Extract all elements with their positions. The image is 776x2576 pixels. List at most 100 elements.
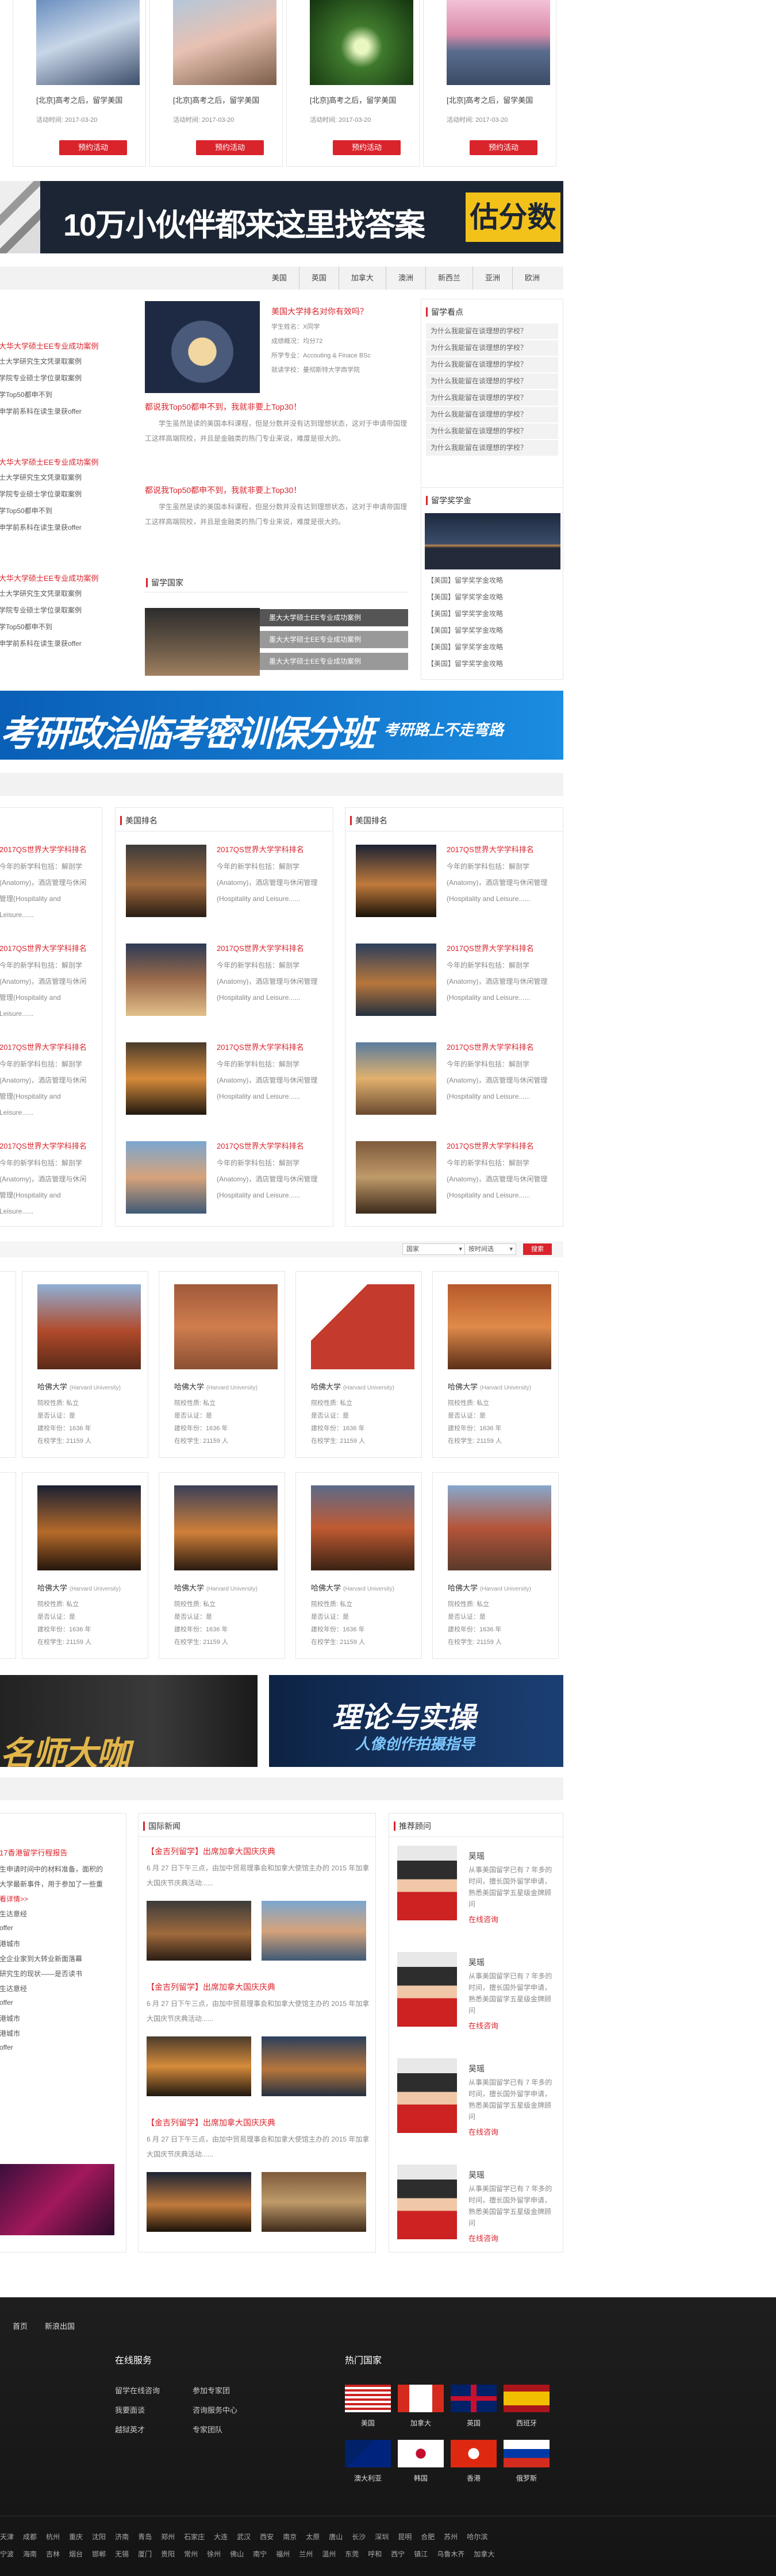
rank-item-image[interactable] xyxy=(126,845,206,917)
footer-city-link[interactable]: 唐山 xyxy=(329,2533,343,2541)
rank-item-image[interactable] xyxy=(356,845,436,917)
kandian-item[interactable]: 为什么我能留在谈理想的学校？ xyxy=(426,357,558,372)
scholarship-item[interactable]: 【美国】留学奖学金攻略 xyxy=(427,642,503,652)
kandian-item[interactable]: 为什么我能留在谈理想的学校？ xyxy=(426,407,558,422)
footer-service-link[interactable]: 越狱英才 xyxy=(115,2424,145,2435)
rank-item-title[interactable]: 2017QS世界大学学科排名 xyxy=(0,844,87,854)
flag-item[interactable]: 西班牙 xyxy=(504,2385,551,2431)
university-card[interactable]: 哈佛大学 (Harvard University) 院校性质: 私立 是否认证：是 建校… xyxy=(432,1472,559,1659)
rank-item-image[interactable] xyxy=(356,1141,436,1214)
rank-item-title[interactable]: 2017QS世界大学学科排名 xyxy=(0,942,87,953)
rank-item-title[interactable]: 2017QS世界大学学科排名 xyxy=(217,1041,304,1052)
rank-item-title[interactable]: 2017QS世界大学学科排名 xyxy=(217,844,304,854)
case-line[interactable]: 申学前系科在读生录获offer xyxy=(0,522,82,532)
kandian-item[interactable]: 为什么我能留在谈理想的学校？ xyxy=(426,423,558,439)
footer-city-link[interactable]: 沈阳 xyxy=(92,2533,106,2541)
scholarship-item[interactable]: 【美国】留学奖学金攻略 xyxy=(427,609,503,618)
flag-item[interactable]: 加拿大 xyxy=(398,2385,445,2431)
footer-service-link[interactable]: 咨询服务中心 xyxy=(193,2404,237,2415)
country-nav-item[interactable]: 英国 xyxy=(298,267,339,290)
footer-city-link[interactable]: 常州 xyxy=(184,2550,198,2558)
advisor-consult-link[interactable]: 在线咨询 xyxy=(468,2232,498,2243)
rank-item-image[interactable] xyxy=(126,1042,206,1115)
country-nav-item[interactable]: 亚洲 xyxy=(472,267,512,290)
university-image[interactable] xyxy=(37,1485,141,1570)
footer-city-link[interactable]: 哈尔滨 xyxy=(467,2533,487,2541)
footer-city-link[interactable]: 天津 xyxy=(0,2533,14,2541)
scholarship-item[interactable]: 【美国】留学奖学金攻略 xyxy=(427,592,503,602)
activity-title[interactable]: [北京]高考之后，留学美国 xyxy=(310,94,396,105)
university-name[interactable]: 哈佛大学 xyxy=(174,1383,204,1391)
university-card[interactable]: 哈佛大学 (Harvard University) 院校性质: 私立 是否认证：是 建校… xyxy=(159,1271,285,1458)
university-image[interactable] xyxy=(448,1485,551,1570)
intl-news-image[interactable] xyxy=(147,2172,251,2232)
left-news-line[interactable]: 全企业家到大转业新面落幕 xyxy=(0,1954,82,1963)
case-line[interactable]: 学Top50都申不到 xyxy=(0,506,52,515)
footer-city-link[interactable]: 深圳 xyxy=(375,2533,389,2541)
footer-city-link[interactable]: 东莞 xyxy=(345,2550,359,2558)
university-card[interactable]: 哈佛大学 (Harvard University) 院校性质: 私立 是否认证：是 建校… xyxy=(22,1472,148,1659)
footer-city-link[interactable]: 杭州 xyxy=(46,2533,60,2541)
intl-news-image[interactable] xyxy=(262,2036,366,2096)
left-news-line[interactable]: offer xyxy=(0,1924,13,1932)
left-news-line[interactable]: 大学最新事件，用于参加了一些重 xyxy=(0,1879,103,1889)
case-line[interactable]: 士大学研究生文凭录取案例 xyxy=(0,588,82,598)
advisor-avatar[interactable] xyxy=(397,1846,457,1920)
footer-city-link[interactable]: 重庆 xyxy=(69,2533,83,2541)
kandian-item[interactable]: 为什么我能留在谈理想的学校？ xyxy=(426,390,558,406)
footer-city-link[interactable]: 太原 xyxy=(306,2533,320,2541)
university-image[interactable] xyxy=(37,1284,141,1369)
footer-city-link[interactable]: 福州 xyxy=(276,2550,290,2558)
footer-service-link[interactable]: 我要面谈 xyxy=(115,2404,145,2415)
search-button[interactable]: 搜索 xyxy=(523,1243,552,1255)
rank-item-title[interactable]: 2017QS世界大学学科排名 xyxy=(447,844,534,854)
case-title[interactable]: 大华大学硕士EE专业成功案例 xyxy=(0,456,98,467)
flag-item[interactable]: 英国 xyxy=(451,2385,498,2431)
footer-city-link[interactable]: 贵阳 xyxy=(161,2550,175,2558)
banner-kaoyan[interactable]: 考研政治临考密训保分班 考研路上不走弯路 xyxy=(0,691,563,760)
news-title[interactable]: 都说我Top50都申不到，我就非要上Top30！ xyxy=(145,484,301,496)
footer-service-link[interactable]: 参加专家团 xyxy=(193,2385,230,2396)
footer-city-link[interactable]: 昆明 xyxy=(398,2533,412,2541)
left-news-title[interactable]: 17香港留学行程报告 xyxy=(0,1847,67,1858)
rank-item-image[interactable] xyxy=(356,1042,436,1115)
intl-news-image[interactable] xyxy=(262,1901,366,1961)
footer-city-link[interactable]: 海南 xyxy=(23,2550,37,2558)
footer-city-link[interactable]: 无锡 xyxy=(115,2550,129,2558)
banner-famous-teachers[interactable]: 名师大咖 xyxy=(0,1675,258,1767)
scholarship-item[interactable]: 【美国】留学奖学金攻略 xyxy=(427,659,503,668)
case-line[interactable]: 学院专业硕士学位录取案例 xyxy=(0,373,82,383)
rank-item-title[interactable]: 2017QS世界大学学科排名 xyxy=(217,942,304,953)
intl-news-image[interactable] xyxy=(147,2036,251,2096)
university-card[interactable]: 哈佛大学 (Harvard University) 院校性质: 私立 是否认证：是 建校… xyxy=(22,1271,148,1458)
footer-city-link[interactable]: 镇江 xyxy=(414,2550,428,2558)
footer-city-link[interactable]: 厦门 xyxy=(138,2550,152,2558)
case-line[interactable]: 学院专业硕士学位录取案例 xyxy=(0,605,82,615)
rank-select[interactable]: 按时间选 ▾ xyxy=(464,1243,516,1255)
advisor-consult-link[interactable]: 在线咨询 xyxy=(468,1913,498,1924)
left-news-line[interactable]: 生达意经 xyxy=(0,1984,27,1993)
intl-news-title[interactable]: 【金吉列留学】出席加拿大国庆庆典 xyxy=(147,1981,275,1993)
reserve-activity-button[interactable]: 预约活动 xyxy=(470,140,537,155)
advisor-consult-link[interactable]: 在线咨询 xyxy=(468,2020,498,2031)
study-country-item[interactable]: 墨大大学硕士EE专业成功案例 xyxy=(260,609,408,626)
advisor-avatar[interactable] xyxy=(397,2165,457,2239)
university-image[interactable] xyxy=(448,1284,551,1369)
university-name[interactable]: 哈佛大学 xyxy=(311,1383,341,1391)
rank-item-title[interactable]: 2017QS世界大学学科排名 xyxy=(0,1041,87,1052)
university-image[interactable] xyxy=(311,1485,414,1570)
case-line[interactable]: 申学前系科在读生录获offer xyxy=(0,638,82,648)
university-name[interactable]: 哈佛大学 xyxy=(311,1584,341,1592)
rank-item-title[interactable]: 2017QS世界大学学科排名 xyxy=(217,1140,304,1151)
left-news-line[interactable]: 看详情>> xyxy=(0,1894,28,1904)
intl-news-title[interactable]: 【金吉列留学】出席加拿大国庆庆典 xyxy=(147,2117,275,2128)
study-country-item[interactable]: 墨大大学硕士EE专业成功案例 xyxy=(260,631,408,648)
footer-city-link[interactable]: 宁波 xyxy=(0,2550,14,2558)
footer-city-link[interactable]: 青岛 xyxy=(138,2533,152,2541)
footer-city-link[interactable]: 长沙 xyxy=(352,2533,366,2541)
country-nav-item[interactable]: 美国 xyxy=(260,267,299,290)
rank-item-title[interactable]: 2017QS世界大学学科排名 xyxy=(447,942,534,953)
university-name[interactable]: 哈佛大学 xyxy=(448,1383,478,1391)
rank-item-image[interactable] xyxy=(356,944,436,1016)
case-title[interactable]: 大华大学硕士EE专业成功案例 xyxy=(0,340,98,351)
